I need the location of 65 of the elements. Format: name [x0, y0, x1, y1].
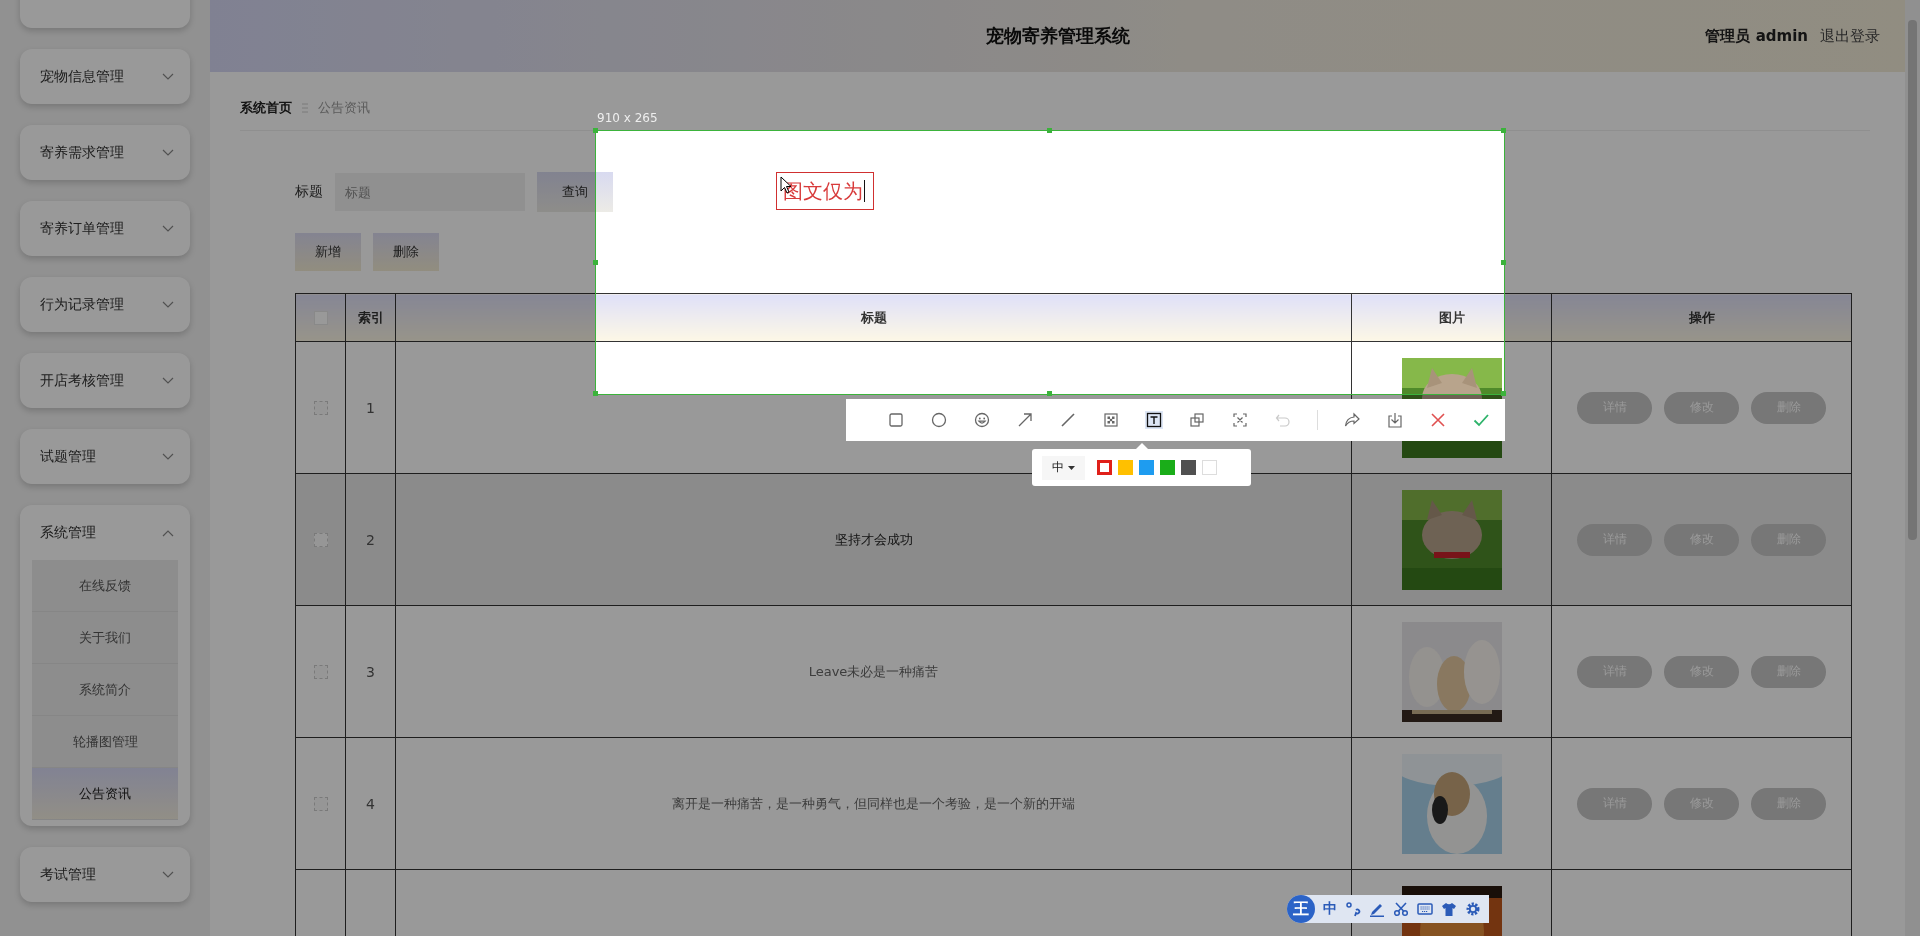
sidebar-item[interactable]: 系统管理: [20, 505, 190, 560]
title-input[interactable]: 标题: [335, 173, 525, 211]
caret-icon: [1068, 465, 1075, 470]
logout-link[interactable]: 退出登录: [1820, 26, 1880, 46]
color-swatch[interactable]: [1139, 460, 1154, 475]
search-button[interactable]: 查询: [537, 172, 613, 212]
settings-icon[interactable]: [1465, 901, 1481, 917]
breadcrumb-item: 公告资讯: [318, 99, 370, 117]
smiley-icon[interactable]: [973, 411, 991, 429]
submenu-item[interactable]: 系统简介: [32, 664, 178, 716]
square-icon[interactable]: [887, 411, 905, 429]
text-icon[interactable]: [1145, 411, 1163, 429]
search-label: 标题: [295, 183, 323, 201]
column-header: 图片: [1351, 293, 1552, 342]
row-index: 4: [366, 795, 375, 812]
scrollbar-thumb[interactable]: [1908, 20, 1917, 540]
row-checkbox[interactable]: [313, 401, 328, 416]
row-checkbox[interactable]: [313, 665, 328, 680]
column-header: 操作: [1551, 293, 1852, 342]
arrow-icon[interactable]: [1016, 411, 1034, 429]
capture-selection[interactable]: [595, 130, 1505, 395]
scissors-icon[interactable]: [1393, 901, 1409, 917]
close-icon[interactable]: [1429, 411, 1447, 429]
share-icon[interactable]: [1343, 411, 1361, 429]
circle-icon[interactable]: [930, 411, 948, 429]
user-name: 管理员 admin: [1705, 26, 1808, 46]
punctuation-icon[interactable]: [1345, 901, 1361, 917]
scan-icon[interactable]: [1231, 411, 1249, 429]
selection-size: 910 x 265: [597, 111, 658, 125]
copy-icon[interactable]: [1188, 411, 1206, 429]
app-title: 宠物寄养管理系统: [985, 24, 1130, 48]
row-checkbox[interactable]: [313, 797, 328, 812]
breadcrumb-item[interactable]: 系统首页: [240, 99, 292, 117]
font-size-dropdown[interactable]: 中: [1042, 455, 1085, 480]
sidebar-item[interactable]: 开店考核管理: [20, 353, 190, 408]
submenu-item[interactable]: 在线反馈: [32, 560, 178, 612]
action-button[interactable]: 删除: [373, 233, 439, 271]
row-index: 2: [366, 531, 375, 548]
color-swatch[interactable]: [1097, 460, 1112, 475]
sidebar-item[interactable]: 行为记录管理: [20, 277, 190, 332]
input-mode-toggle[interactable]: 中: [1323, 900, 1337, 918]
row-index: 3: [366, 663, 375, 680]
column-header: 标题: [395, 293, 1352, 342]
color-swatch[interactable]: [1160, 460, 1175, 475]
keyboard-icon[interactable]: [1417, 901, 1433, 917]
sidebar-item[interactable]: 寄养订单管理: [20, 201, 190, 256]
sidebar-item[interactable]: 试题管理: [20, 429, 190, 484]
color-swatch[interactable]: [1118, 460, 1133, 475]
ime-logo[interactable]: 王: [1287, 895, 1315, 923]
column-header: 索引: [345, 293, 396, 342]
pen-icon[interactable]: [1369, 901, 1385, 917]
pen-icon[interactable]: [1059, 411, 1077, 429]
sidebar-item[interactable]: 寄养需求管理: [20, 125, 190, 180]
submenu-item[interactable]: 公告资讯: [32, 768, 178, 820]
color-swatch[interactable]: [1181, 460, 1196, 475]
sidebar-item[interactable]: 宠物信息管理: [20, 49, 190, 104]
submenu-item[interactable]: 关于我们: [32, 612, 178, 664]
notice-title: 坚持才会成功: [834, 531, 913, 547]
mosaic-icon[interactable]: [1102, 411, 1120, 429]
row-checkbox[interactable]: [313, 533, 328, 548]
sidebar-item[interactable]: 考试管理: [20, 847, 190, 902]
download-icon[interactable]: [1386, 411, 1404, 429]
action-button[interactable]: 新增: [295, 233, 361, 271]
row-index: 1: [366, 399, 375, 416]
shirt-icon[interactable]: [1441, 901, 1457, 917]
